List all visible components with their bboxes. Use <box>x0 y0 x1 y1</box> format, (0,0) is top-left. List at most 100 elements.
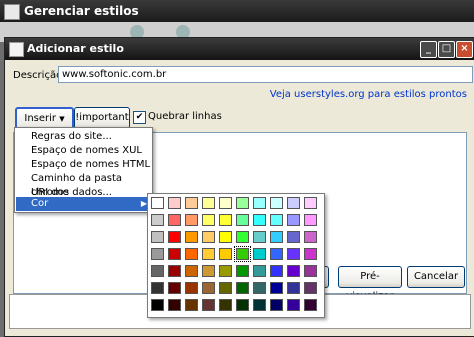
color-swatch[interactable] <box>202 299 215 311</box>
color-swatch[interactable] <box>185 197 198 209</box>
description-input[interactable] <box>58 66 473 83</box>
color-swatch[interactable] <box>202 282 215 294</box>
color-swatch[interactable] <box>236 231 249 243</box>
menu-item-label: Cor <box>31 198 49 209</box>
color-swatch[interactable] <box>304 265 317 277</box>
color-swatch[interactable] <box>219 265 232 277</box>
color-swatch[interactable] <box>270 282 283 294</box>
color-swatch[interactable] <box>304 214 317 226</box>
description-label: Descrição <box>13 70 63 81</box>
color-swatch[interactable] <box>234 246 251 262</box>
color-swatch[interactable] <box>151 197 164 209</box>
dropdown-arrow-icon: ▼ <box>59 115 65 123</box>
color-swatch[interactable] <box>219 214 232 226</box>
important-button[interactable]: !important <box>74 107 130 129</box>
color-swatch[interactable] <box>253 197 266 209</box>
color-swatch[interactable] <box>168 214 181 226</box>
preview-button[interactable]: Pré-visualizar <box>338 266 402 302</box>
color-swatch[interactable] <box>202 197 215 209</box>
color-swatch[interactable] <box>202 231 215 243</box>
close-button[interactable]: × <box>456 41 473 58</box>
dialog-icon <box>9 42 24 57</box>
style-manager-icon <box>4 4 20 20</box>
color-swatch[interactable] <box>253 282 266 294</box>
menu-item-xul-namespace[interactable]: Espaço de nomes XUL <box>16 144 151 158</box>
color-swatch[interactable] <box>287 197 300 209</box>
color-swatch[interactable] <box>219 282 232 294</box>
color-swatch[interactable] <box>202 248 215 260</box>
color-swatch[interactable] <box>287 248 300 260</box>
color-swatch[interactable] <box>253 265 266 277</box>
minimize-button[interactable]: _ <box>420 41 437 58</box>
wrap-lines-label: Quebrar linhas <box>148 111 222 122</box>
color-swatch[interactable] <box>270 214 283 226</box>
color-swatch[interactable] <box>236 197 249 209</box>
color-swatch[interactable] <box>151 282 164 294</box>
color-swatch[interactable] <box>168 248 181 260</box>
color-swatch[interactable] <box>168 265 181 277</box>
color-swatch[interactable] <box>168 197 181 209</box>
color-swatch[interactable] <box>219 248 232 260</box>
color-swatch[interactable] <box>168 299 181 311</box>
dialog-titlebar: Adicionar estilo _ □ × <box>5 38 474 60</box>
insert-menu: Regras do site... Espaço de nomes XUL Es… <box>14 127 153 213</box>
userstyles-link[interactable]: Veja userstyles.org para estilos prontos <box>270 89 467 100</box>
color-swatch[interactable] <box>270 231 283 243</box>
color-swatch[interactable] <box>287 214 300 226</box>
color-swatch[interactable] <box>185 248 198 260</box>
color-swatch[interactable] <box>253 214 266 226</box>
color-swatch[interactable] <box>236 299 249 311</box>
color-swatch[interactable] <box>185 265 198 277</box>
color-swatch[interactable] <box>287 282 300 294</box>
background-window-title: Gerenciar estilos <box>24 4 139 18</box>
color-swatch[interactable] <box>185 299 198 311</box>
checkmark-icon: ✔ <box>135 112 144 122</box>
color-swatch[interactable] <box>185 214 198 226</box>
color-swatch[interactable] <box>287 299 300 311</box>
color-swatch[interactable] <box>270 299 283 311</box>
color-swatch[interactable] <box>151 231 164 243</box>
color-palette <box>147 193 325 318</box>
color-swatch[interactable] <box>304 282 317 294</box>
color-swatch[interactable] <box>202 214 215 226</box>
color-swatch[interactable] <box>304 197 317 209</box>
color-swatch[interactable] <box>253 231 266 243</box>
color-swatch[interactable] <box>253 248 266 260</box>
color-swatch[interactable] <box>253 299 266 311</box>
maximize-button[interactable]: □ <box>438 41 455 58</box>
color-swatch[interactable] <box>270 265 283 277</box>
menu-item-site-rules[interactable]: Regras do site... <box>16 130 151 144</box>
insert-button-label: Inserir <box>24 113 57 124</box>
color-swatch[interactable] <box>270 248 283 260</box>
color-swatch[interactable] <box>236 282 249 294</box>
menu-item-chrome-path[interactable]: Caminho da pasta chrome <box>16 172 151 198</box>
color-swatch[interactable] <box>151 299 164 311</box>
color-swatch[interactable] <box>219 231 232 243</box>
menu-item-label: Espaço de nomes HTML <box>31 159 151 170</box>
color-swatch[interactable] <box>304 299 317 311</box>
menu-item-color[interactable]: Cor ▶ <box>16 197 151 211</box>
menu-item-label: Regras do site... <box>31 131 112 142</box>
cancel-button[interactable]: Cancelar <box>407 266 465 288</box>
color-swatch[interactable] <box>304 248 317 260</box>
color-swatch[interactable] <box>202 265 215 277</box>
color-swatch[interactable] <box>168 231 181 243</box>
color-swatch[interactable] <box>219 197 232 209</box>
color-swatch[interactable] <box>287 231 300 243</box>
color-swatch[interactable] <box>270 197 283 209</box>
dialog-title: Adicionar estilo <box>27 42 124 55</box>
color-swatch[interactable] <box>287 265 300 277</box>
color-swatch[interactable] <box>185 231 198 243</box>
color-swatch[interactable] <box>168 282 181 294</box>
color-swatch[interactable] <box>151 265 164 277</box>
menu-item-html-namespace[interactable]: Espaço de nomes HTML <box>16 158 151 172</box>
color-swatch[interactable] <box>219 299 232 311</box>
color-swatch[interactable] <box>304 231 317 243</box>
color-swatch[interactable] <box>151 248 164 260</box>
color-swatch[interactable] <box>236 214 249 226</box>
color-swatch[interactable] <box>151 214 164 226</box>
wrap-lines-checkbox[interactable]: ✔ <box>133 111 146 124</box>
color-swatch[interactable] <box>236 265 249 277</box>
color-swatch[interactable] <box>185 282 198 294</box>
background-window-titlebar: Gerenciar estilos <box>0 0 474 22</box>
